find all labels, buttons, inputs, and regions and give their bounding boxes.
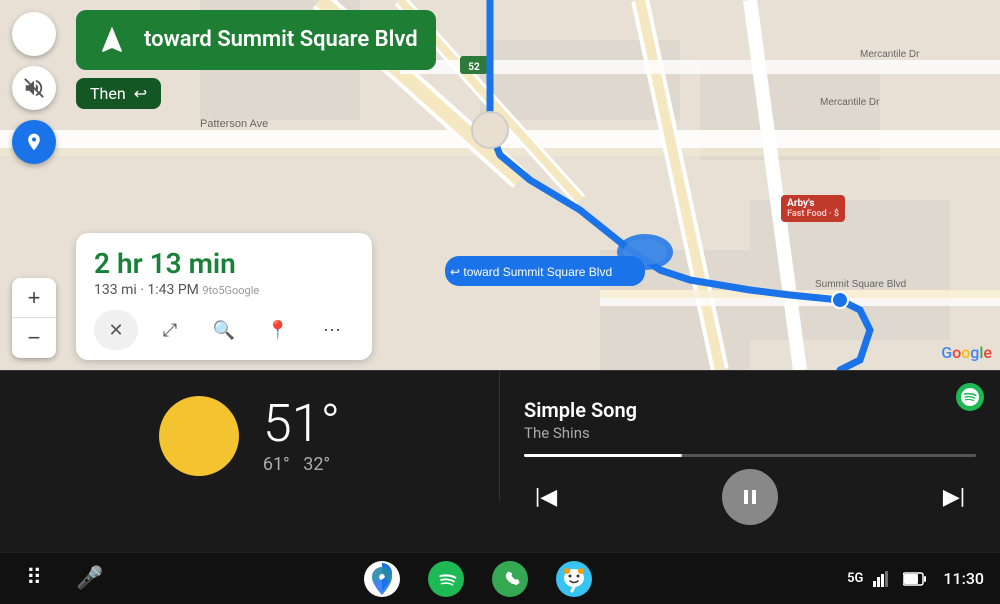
- direction-box: toward Summit Square Blvd: [76, 10, 436, 70]
- weather-range: 61° 32°: [263, 454, 340, 475]
- eta-distance-time: 133 mi · 1:43 PM: [94, 282, 199, 298]
- bottom-section: 51° 61° 32° Simple Song The Shins |◀: [0, 370, 1000, 552]
- google-logo: Google: [941, 343, 992, 362]
- taskbar: ⠿ 🎤: [0, 552, 1000, 604]
- then-instruction: Then ↩: [76, 78, 161, 109]
- eta-source: 9to5Google: [202, 284, 259, 297]
- zoom-controls: + −: [12, 278, 56, 358]
- music-controls: |◀ ▶|: [524, 469, 976, 525]
- taskbar-center: [108, 559, 847, 599]
- svg-text:Mercantile Dr: Mercantile Dr: [820, 97, 880, 108]
- map-section: 52 Patterson Ave Mercantile Dr Mercantil…: [0, 0, 1000, 370]
- battery-icon: [903, 572, 927, 586]
- routes-button[interactable]: ⤢: [148, 310, 192, 350]
- svg-text:Mercantile Dr: Mercantile Dr: [860, 49, 920, 60]
- taskbar-left: ⠿ 🎤: [16, 561, 108, 597]
- signal-bars-icon: [873, 571, 893, 587]
- music-widget: Simple Song The Shins |◀ ▶|: [500, 371, 1000, 552]
- more-button[interactable]: ⋯: [310, 310, 354, 350]
- waze-app-icon[interactable]: [554, 559, 594, 599]
- weather-low: 32°: [303, 454, 330, 475]
- arbys-poi-marker: Arby's Fast Food · $: [781, 195, 845, 222]
- pin-button[interactable]: 📍: [256, 310, 300, 350]
- then-label: Then: [90, 84, 126, 103]
- weather-high: 61°: [263, 454, 290, 475]
- mute-button[interactable]: [12, 66, 56, 110]
- signal-indicator: 5G: [847, 571, 863, 586]
- apps-button[interactable]: ⠿: [16, 561, 52, 597]
- sun-icon: [159, 396, 239, 476]
- clock: 11:30: [943, 569, 984, 588]
- map-sidebar: ⚙ + −: [0, 0, 68, 370]
- eta-time: 2 hr 13 min: [94, 247, 354, 280]
- direction-arrow-icon: [94, 22, 130, 58]
- svg-text:↩ toward Summit Square Blvd: ↩ toward Summit Square Blvd: [450, 265, 612, 279]
- spotify-app-icon[interactable]: [426, 559, 466, 599]
- eta-card: 2 hr 13 min 133 mi · 1:43 PM 9to5Google …: [76, 233, 372, 360]
- weather-info: 51° 61° 32°: [263, 398, 340, 475]
- google-maps-app-icon[interactable]: [362, 559, 402, 599]
- svg-text:Summit Square Blvd: Summit Square Blvd: [815, 279, 906, 290]
- weather-widget: 51° 61° 32°: [0, 371, 500, 501]
- search-along-route-button[interactable]: 🔍: [202, 310, 246, 350]
- phone-app-icon[interactable]: [490, 559, 530, 599]
- microphone-button[interactable]: 🎤: [72, 561, 108, 597]
- progress-bar[interactable]: [524, 454, 976, 457]
- eta-actions: ✕ ⤢ 🔍 📍 ⋯: [94, 310, 354, 350]
- zoom-in-button[interactable]: +: [12, 278, 56, 318]
- svg-text:52: 52: [468, 62, 480, 73]
- eta-details: 133 mi · 1:43 PM 9to5Google: [94, 282, 354, 298]
- next-track-button[interactable]: ▶|: [932, 475, 976, 519]
- weather-temperature: 51°: [263, 398, 340, 450]
- taskbar-right: 5G 11:30: [847, 569, 984, 588]
- zoom-out-button[interactable]: −: [12, 318, 56, 358]
- street-name: toward Summit Square Blvd: [144, 27, 418, 53]
- settings-button[interactable]: ⚙: [12, 12, 56, 56]
- location-button[interactable]: [12, 120, 56, 164]
- song-artist: The Shins: [524, 424, 976, 442]
- song-title: Simple Song: [524, 398, 976, 422]
- svg-text:Patterson Ave: Patterson Ave: [200, 118, 268, 130]
- close-route-button[interactable]: ✕: [94, 310, 138, 350]
- pause-button[interactable]: [722, 469, 778, 525]
- progress-fill: [524, 454, 682, 457]
- then-arrow-icon: ↩: [134, 84, 147, 103]
- navigation-card: toward Summit Square Blvd Then ↩: [76, 10, 436, 109]
- spotify-icon: [956, 383, 984, 411]
- prev-track-button[interactable]: |◀: [524, 475, 568, 519]
